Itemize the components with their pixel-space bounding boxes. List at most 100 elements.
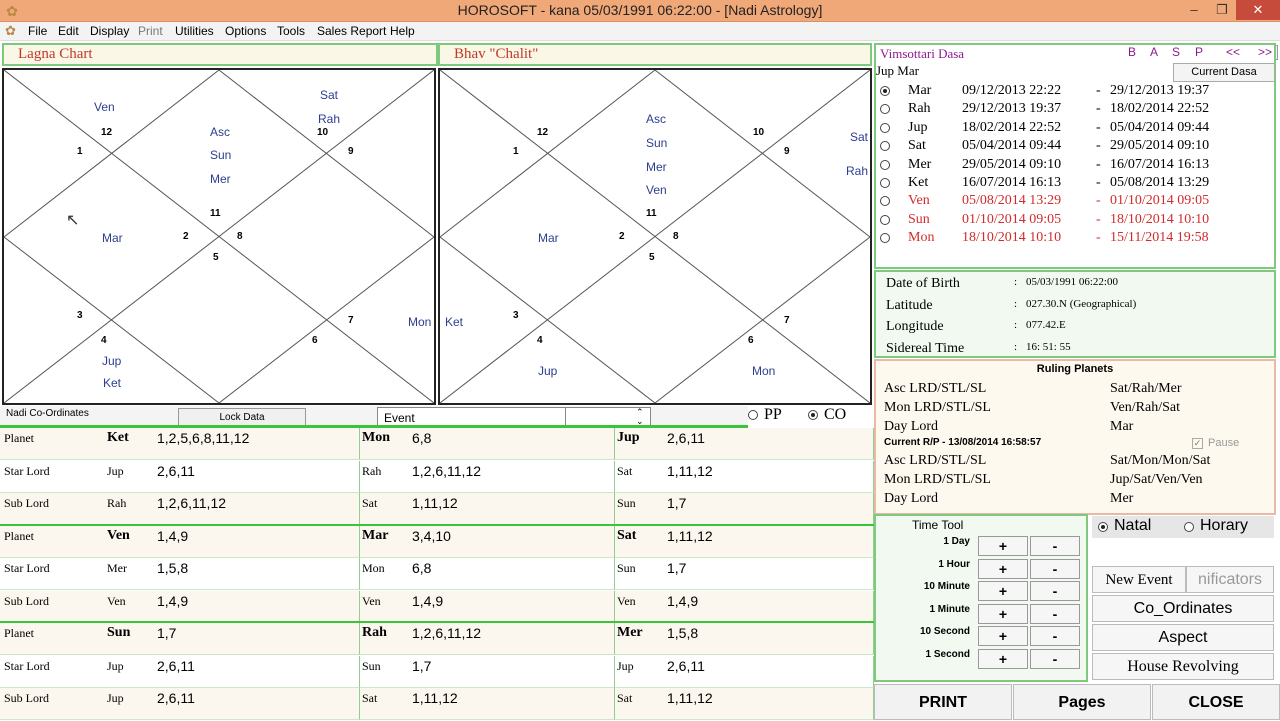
dasa-row[interactable]: Mar 09/12/2013 22:22 29/12/2013 19:37- [876,83,1276,101]
bhav-sat: Sat [850,130,869,144]
menu-tools[interactable]: Tools [277,24,305,38]
bhav-chart[interactable]: 12 1 Asc Sun Mer Ven 10 9 Sat Rah 11 Mar… [438,68,872,405]
decrement-button[interactable]: - [1030,558,1080,579]
house-values: 2,6,11 [157,657,195,674]
natal-radio[interactable] [1098,522,1108,532]
menu-print[interactable]: Print [138,24,163,38]
menu-sales-report[interactable]: Sales Report [317,24,386,38]
dasa-row[interactable]: Mer 29/05/2014 09:10 16/07/2014 16:13- [876,157,1276,175]
menu-help[interactable]: Help [390,24,415,38]
dasa-row[interactable]: Ket 16/07/2014 16:13 05/08/2014 13:29- [876,175,1276,193]
planet-name: Mar [362,527,389,543]
dasa-radio[interactable] [880,104,890,115]
aspect-button[interactable]: Aspect [1092,624,1274,651]
row-label: Sub Lord [4,496,49,510]
restore-button[interactable]: ❐ [1208,0,1236,20]
birth-value: 077.42.E [1026,319,1066,331]
bhav-chart-title: Bhav "Chalit" [438,43,872,66]
dasa-from: 29/05/2014 09:10 [962,156,1062,172]
increment-button[interactable]: + [978,558,1028,579]
menu-display[interactable]: Display [90,24,129,38]
dasa-radio[interactable] [880,233,890,244]
dasa-nav-s[interactable]: S [1172,45,1180,59]
pages-button[interactable]: Pages [1013,684,1151,720]
increment-button[interactable]: + [978,536,1028,556]
horary-label: Horary [1200,517,1249,534]
dasa-radio[interactable] [880,159,890,170]
house-values: 1,11,12 [412,690,458,706]
dasa-nav-a[interactable]: A [1150,45,1158,59]
dasa-row[interactable]: Ven 05/08/2014 13:29 01/10/2014 09:05- [876,193,1276,211]
decrement-button[interactable]: - [1030,536,1080,556]
pause-label: Pause [1208,437,1240,449]
coordinates-button[interactable]: Co_Ordinates [1092,595,1274,622]
dasa-from: 18/02/2014 22:52 [962,119,1062,135]
dasa-radio[interactable] [880,122,890,133]
dasa-radio[interactable] [880,196,890,207]
decrement-button[interactable]: - [1030,581,1080,602]
dasa-radio[interactable] [880,86,890,96]
dasa-p: Ket [908,175,929,190]
increment-button[interactable]: + [978,603,1028,624]
menu-options[interactable]: Options [225,24,266,38]
table-cell: Rah 1,2,6,11,12 [360,623,615,655]
pause-checkbox[interactable]: ✓ [1192,438,1203,449]
dasa-row[interactable]: Mon 18/10/2014 10:10 15/11/2014 19:58- [876,230,1276,248]
significators-button[interactable]: nificators [1186,566,1274,593]
window-title: HOROSOFT - kana 05/03/1991 06:22:00 - [N… [457,2,823,18]
dasa-panel: Vimsottari Dasa B A S P << >> Jup Mar Cu… [874,43,1276,269]
house-revolving-button[interactable]: House Revolving [1092,653,1274,680]
new-event-button[interactable]: New Event [1092,566,1186,593]
increment-button[interactable]: + [978,581,1028,602]
planet-name: Rah [362,463,382,478]
decrement-button[interactable]: - [1030,603,1080,624]
bhav-jup: Jup [538,364,558,378]
dasa-p: Mer [908,156,932,172]
ruling-key: Asc LRD/STL/SL [884,453,987,468]
lagna-chart-title: Lagna Chart [2,43,438,66]
close-window-button[interactable]: ✕ [1236,0,1280,20]
increment-button[interactable]: + [978,649,1028,669]
spinner-icon[interactable]: ⌃ ⌄ [636,408,644,426]
horary-radio[interactable] [1184,522,1194,532]
minimize-button[interactable]: – [1180,0,1208,20]
decrement-button[interactable]: - [1030,626,1080,647]
table-cell: Star Lord Jup 2,6,11 [0,460,360,493]
doc-icon[interactable]: ✿ [5,23,16,39]
decrement-button[interactable]: - [1030,649,1080,669]
menu-edit[interactable]: Edit [58,24,79,38]
bhav-ket: Ket [445,315,464,329]
planet-name: Jup [617,658,634,673]
menu-utilities[interactable]: Utilities [175,24,214,38]
increment-button[interactable]: + [978,626,1028,647]
dasa-row[interactable]: Rah 29/12/2013 19:37 18/02/2014 22:52- [876,101,1276,119]
dasa-radio[interactable] [880,141,890,152]
dasa-nav-p[interactable]: P [1195,45,1203,59]
mouse-cursor-icon: ↖ [66,212,80,229]
ruling-value: Jup/Sat/Ven/Ven [1110,472,1203,487]
dasa-nav-prev[interactable]: << [1226,45,1240,59]
dasa-from: 29/12/2013 19:37 [962,101,1062,117]
dasa-nav-b[interactable]: B [1128,45,1136,59]
dasa-row[interactable]: Jup 18/02/2014 22:52 05/04/2014 09:44- [876,120,1276,138]
dasa-p: Ven [908,193,930,209]
lagna-chart[interactable]: Ven 12 1 Asc Sun Mer Sat Rah 10 9 11 Mar… [2,68,436,405]
event-dropdown[interactable]: Event ⌃ ⌄ [377,407,651,427]
dasa-radio[interactable] [880,214,890,225]
pp-radio[interactable] [748,410,758,420]
menu-file[interactable]: File [28,24,47,38]
bhav-asc: Asc [646,112,667,126]
dasa-dash: - [1096,156,1101,172]
planet-name: Jup [107,658,124,673]
current-dasa-button[interactable]: Current Dasa [1173,63,1275,82]
co-radio[interactable] [808,410,818,420]
print-button[interactable]: PRINT [874,684,1012,720]
dasa-row[interactable]: Sun 01/10/2014 09:05 18/10/2014 10:10- [876,212,1276,230]
dasa-radio[interactable] [880,178,890,188]
dasa-dash: - [1096,138,1101,154]
bhav-house-3: 3 [513,310,519,321]
dasa-row[interactable]: Sat 05/04/2014 09:44 29/05/2014 09:10- [876,138,1276,156]
close-button[interactable]: CLOSE [1152,684,1280,720]
dasa-nav-next[interactable]: >> [1258,45,1272,59]
house-values: 1,7 [667,495,687,511]
